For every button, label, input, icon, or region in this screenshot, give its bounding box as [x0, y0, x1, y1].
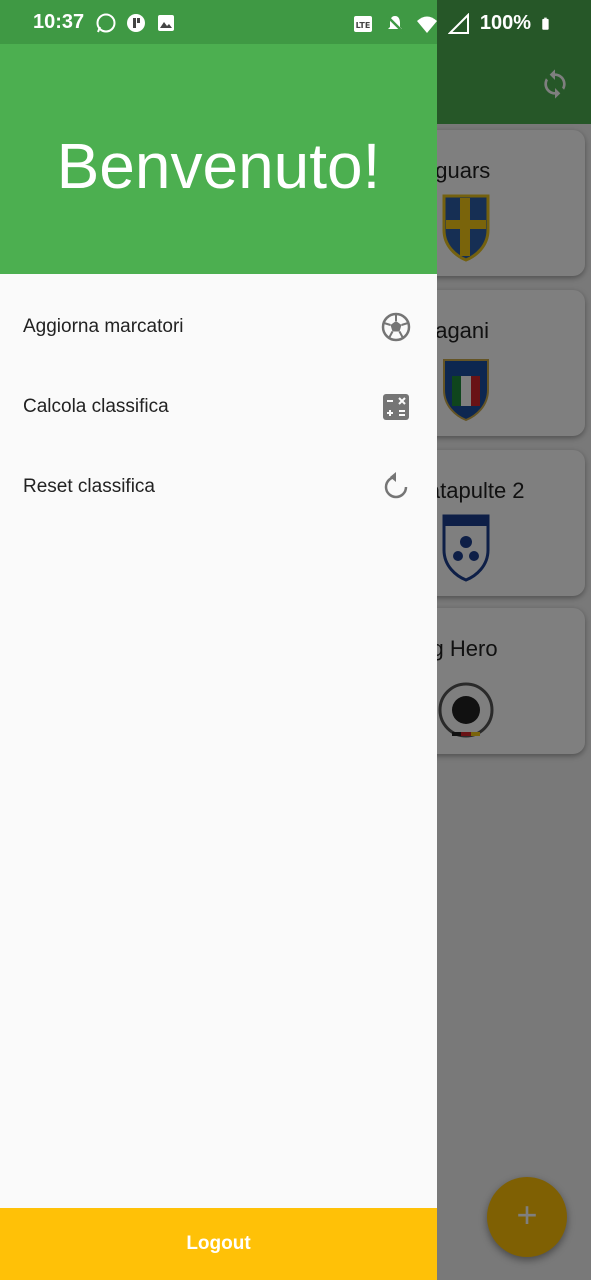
volte-icon: LTE — [353, 15, 372, 32]
status-bar: 10:37 LTE 100% — [0, 0, 591, 44]
menu-item-label: Calcola classifica — [23, 396, 169, 417]
logout-button[interactable]: Logout — [0, 1208, 437, 1280]
drawer-menu: Aggiorna marcatori Calcola classifica Re… — [0, 288, 437, 528]
image-icon — [158, 15, 174, 31]
svg-text:LTE: LTE — [355, 21, 370, 30]
soccer-ball-icon — [381, 312, 411, 342]
status-time: 10:37 — [33, 11, 85, 33]
battery-percent: 100% — [479, 12, 531, 34]
menu-item-label: Aggiorna marcatori — [23, 316, 184, 337]
mute-bell-icon — [385, 14, 404, 33]
logout-label: Logout — [186, 1233, 251, 1254]
battery-icon — [542, 17, 549, 30]
menu-item-label: Reset classifica — [23, 476, 155, 497]
drawer-title: Benvenuto! — [56, 130, 381, 202]
menu-item-reset-classifica[interactable]: Reset classifica — [0, 448, 437, 528]
navigation-drawer: Benvenuto! Aggiorna marcatori Calcola cl… — [0, 0, 437, 1280]
menu-item-calcola-classifica[interactable]: Calcola classifica — [0, 368, 437, 448]
whatsapp-icon — [96, 13, 116, 33]
calculator-icon — [383, 394, 409, 420]
wifi-icon — [416, 16, 437, 33]
reset-icon — [384, 472, 408, 499]
notification-app-icon — [127, 14, 145, 32]
menu-item-aggiorna-marcatori[interactable]: Aggiorna marcatori — [0, 288, 437, 368]
signal-icon — [447, 12, 469, 34]
